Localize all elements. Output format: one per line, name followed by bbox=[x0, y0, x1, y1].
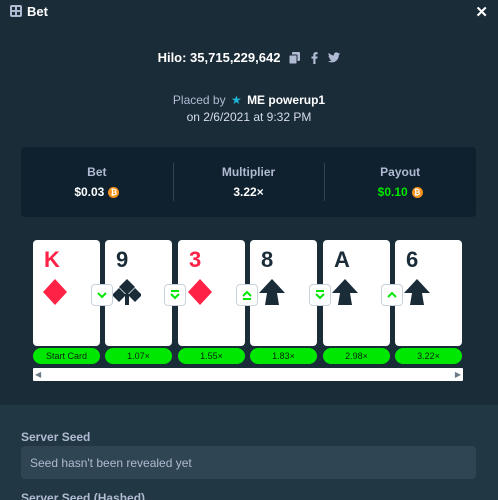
card-multiplier-badge: 2.98× bbox=[323, 348, 390, 364]
playing-card: 3 bbox=[178, 240, 245, 346]
payout-label: Payout bbox=[380, 165, 421, 179]
copy-icon[interactable] bbox=[288, 51, 300, 64]
card-multiplier-badge: 1.55× bbox=[178, 348, 245, 364]
close-button[interactable]: ✕ bbox=[475, 3, 488, 21]
playing-card: 6 bbox=[395, 240, 462, 346]
playing-card: 9 bbox=[105, 240, 172, 346]
guess-lower-or-same-icon bbox=[164, 284, 186, 306]
multiplier-stat: Multiplier 3.22× bbox=[172, 147, 325, 217]
card-rank: A bbox=[334, 247, 350, 272]
guess-lower-icon bbox=[91, 284, 113, 306]
server-seed-field[interactable]: Seed hasn't been revealed yet bbox=[21, 446, 476, 479]
bet-stats: Bet $0.03 ₿ Multiplier 3.22× Payout $0.1… bbox=[21, 147, 476, 217]
card-multiplier-badge: 1.83× bbox=[250, 348, 317, 364]
guess-lower-or-same-icon bbox=[309, 284, 331, 306]
bet-value-row: $0.03 ₿ bbox=[74, 185, 120, 199]
title-bar: Bet ✕ bbox=[0, 0, 498, 24]
guess-higher-icon bbox=[381, 284, 403, 306]
playing-card: K bbox=[33, 240, 100, 346]
payout-stat: Payout $0.10 ₿ bbox=[324, 147, 476, 217]
payout-value: $0.10 bbox=[377, 185, 408, 199]
card-rank: K bbox=[44, 247, 60, 272]
bet-label: Bet bbox=[87, 165, 107, 179]
bet-value: $0.03 bbox=[74, 185, 105, 199]
spades-suit-icon bbox=[258, 278, 286, 306]
card-multiplier-badge: 3.22× bbox=[395, 348, 462, 364]
window-title: Bet bbox=[27, 4, 48, 19]
server-seed-hashed-label: Server Seed (Hashed) bbox=[21, 491, 146, 500]
username-link[interactable]: ME powerup1 bbox=[247, 93, 325, 107]
spades-suit-icon bbox=[331, 278, 359, 306]
card-rank: 9 bbox=[116, 247, 129, 272]
card-rank: 8 bbox=[261, 247, 274, 272]
bet-date: on 2/6/2021 at 9:32 PM bbox=[186, 110, 312, 124]
placed-by: Placed by ★ ME powerup1 bbox=[0, 93, 498, 107]
multiplier-value: 3.22× bbox=[233, 185, 264, 199]
twitter-icon[interactable] bbox=[328, 52, 341, 64]
card-history: K Start Card 9 1.07× 3 1.55× 8 1.83× A 2.98× 6 3.22… bbox=[33, 240, 463, 382]
game-id-row: Hilo: 35,715,229,642 bbox=[0, 50, 498, 65]
game-id: Hilo: 35,715,229,642 bbox=[157, 50, 281, 65]
payout-value-row: $0.10 ₿ bbox=[378, 185, 423, 199]
card-rank: 6 bbox=[406, 247, 419, 272]
card-multiplier-badge: 1.07× bbox=[105, 348, 172, 364]
clubs-suit-icon bbox=[112, 278, 142, 306]
vip-star-icon: ★ bbox=[230, 93, 242, 107]
guess-higher-or-same-icon bbox=[236, 284, 258, 306]
card-rank: 3 bbox=[189, 247, 202, 272]
scroll-left-arrow-icon[interactable]: ◀ bbox=[35, 370, 41, 379]
bitcoin-coin-icon: ₿ bbox=[108, 186, 120, 198]
scroll-right-arrow-icon[interactable]: ▶ bbox=[455, 370, 461, 379]
diamonds-suit-icon bbox=[41, 278, 69, 306]
facebook-icon[interactable] bbox=[308, 51, 320, 64]
bitcoin-coin-icon: ₿ bbox=[411, 186, 423, 198]
spades-suit-icon bbox=[403, 278, 431, 306]
bet-stat: Bet $0.03 ₿ bbox=[21, 147, 173, 217]
multiplier-label: Multiplier bbox=[221, 165, 276, 179]
card-multiplier-badge: Start Card bbox=[33, 348, 100, 364]
seed-section: Server Seed Seed hasn't been revealed ye… bbox=[0, 405, 498, 500]
playing-card: 8 bbox=[250, 240, 317, 346]
game-icon bbox=[10, 5, 22, 17]
diamonds-suit-icon bbox=[186, 278, 214, 306]
server-seed-label: Server Seed bbox=[21, 430, 91, 444]
placed-by-prefix: Placed by bbox=[172, 93, 226, 107]
horizontal-scrollbar[interactable]: ◀ ▶ bbox=[33, 368, 463, 381]
playing-card: A bbox=[323, 240, 390, 346]
